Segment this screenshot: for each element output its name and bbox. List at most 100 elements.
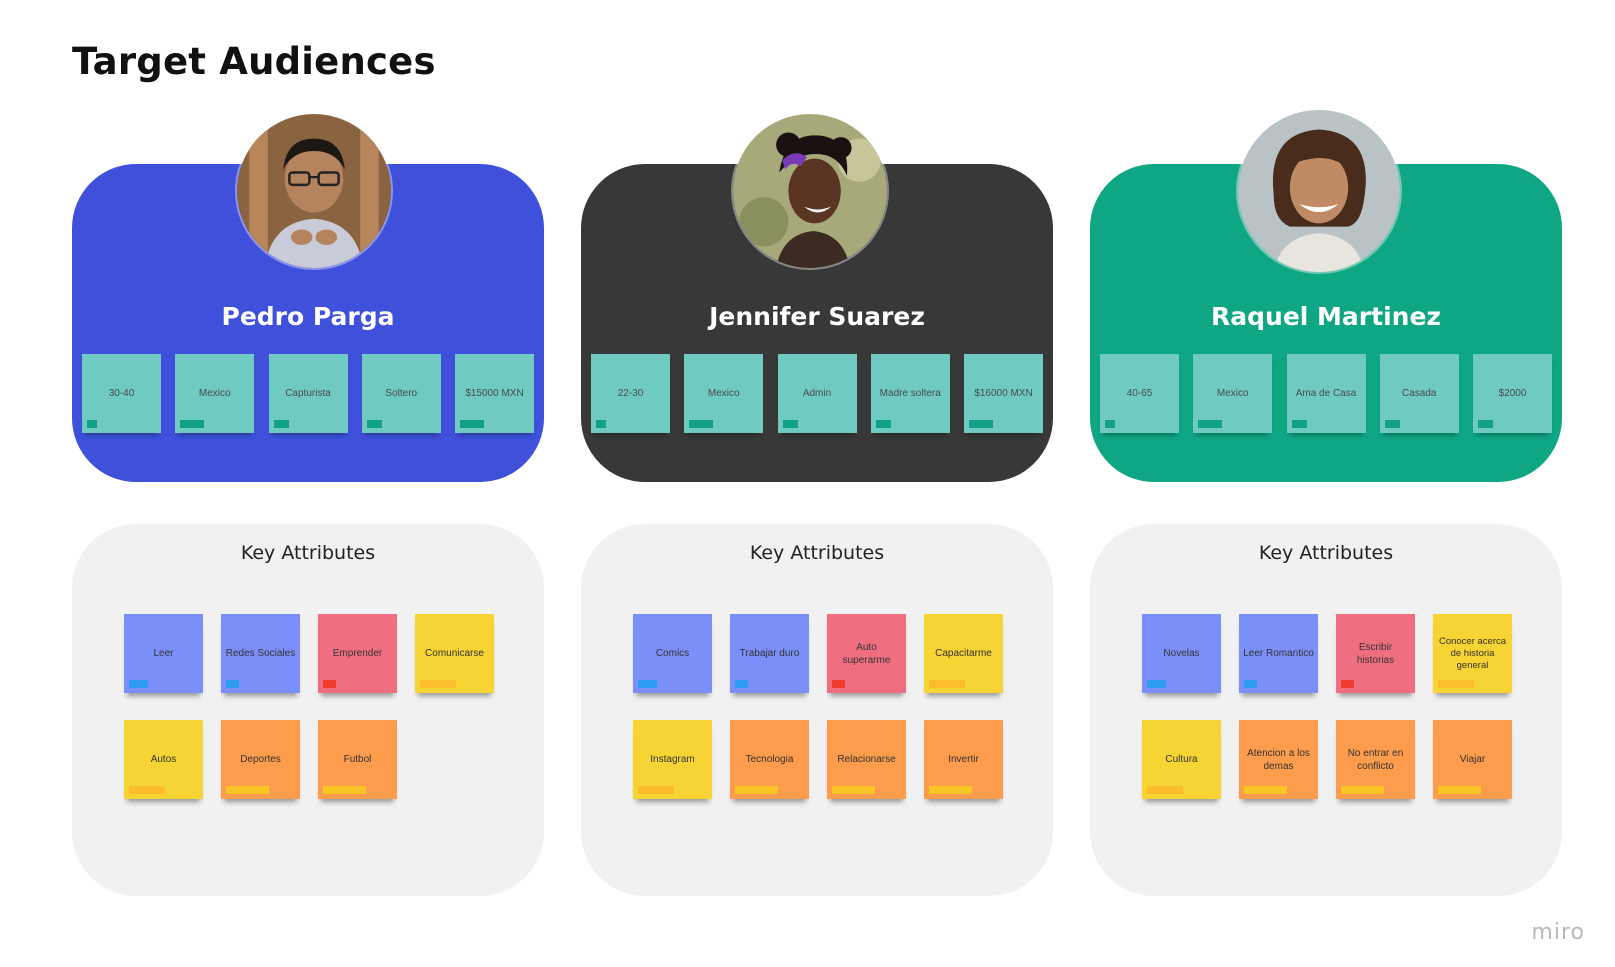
tag-note-text: Soltero bbox=[385, 388, 418, 399]
avatar-pedro[interactable] bbox=[235, 112, 393, 270]
note-tag-marker bbox=[1105, 420, 1115, 428]
note-tag-marker bbox=[1478, 420, 1493, 428]
avatar-jennifer-image bbox=[733, 114, 887, 268]
attribute-note[interactable]: Atencion a los demas bbox=[1239, 720, 1318, 799]
note-tag-marker bbox=[420, 680, 456, 688]
tag-note-income[interactable]: $16000 MXN bbox=[964, 354, 1043, 433]
attribute-note[interactable]: Relacionarse bbox=[827, 720, 906, 799]
attribute-note[interactable]: Capacitarme bbox=[924, 614, 1003, 693]
attribute-note[interactable]: No entrar en conflicto bbox=[1336, 720, 1415, 799]
note-tag-marker bbox=[782, 420, 798, 428]
key-attributes-card-raquel[interactable]: Key Attributes Novelas Leer Romantico Es… bbox=[1090, 524, 1562, 896]
attribute-note[interactable]: Invertir bbox=[924, 720, 1003, 799]
attribute-note[interactable]: Emprender bbox=[318, 614, 397, 693]
note-tag-marker bbox=[226, 786, 269, 794]
tag-note-age[interactable]: 40-65 bbox=[1100, 354, 1179, 433]
tag-note-age[interactable]: 22-30 bbox=[591, 354, 670, 433]
note-tag-marker bbox=[638, 680, 657, 688]
attribute-note[interactable]: Escribir historias bbox=[1336, 614, 1415, 693]
tag-note-income[interactable]: $15000 MXN bbox=[455, 354, 534, 433]
note-tag-marker bbox=[1438, 680, 1474, 688]
avatar-jennifer[interactable] bbox=[731, 112, 889, 270]
note-tag-marker bbox=[1341, 680, 1354, 688]
attribute-note[interactable]: Auto superarme bbox=[827, 614, 906, 693]
note-tag-marker bbox=[1341, 786, 1384, 794]
persona-card-raquel[interactable]: Raquel Martinez 40-65 Mexico Ama de Casa… bbox=[1090, 108, 1562, 482]
attribute-note[interactable]: Autos bbox=[124, 720, 203, 799]
note-tag-marker bbox=[226, 680, 239, 688]
attribute-note[interactable]: Redes Sociales bbox=[221, 614, 300, 693]
key-attributes-card-pedro[interactable]: Key Attributes Leer Redes Sociales Empre… bbox=[72, 524, 544, 896]
note-tag-marker bbox=[1291, 420, 1307, 428]
tag-note-text: Capturista bbox=[285, 388, 331, 399]
tag-note-location[interactable]: Mexico bbox=[175, 354, 255, 433]
tag-note-occupation[interactable]: Admin bbox=[777, 354, 857, 433]
key-attributes-title: Key Attributes bbox=[749, 542, 885, 564]
note-tag-marker bbox=[180, 420, 205, 428]
attribute-note[interactable]: Conocer acerca de historia general bbox=[1433, 614, 1512, 693]
tag-note-age[interactable]: 30-40 bbox=[82, 354, 161, 433]
tag-note-location[interactable]: Mexico bbox=[1193, 354, 1273, 433]
persona-name: Raquel Martinez bbox=[1211, 302, 1441, 331]
note-tag-marker bbox=[1244, 680, 1257, 688]
avatar-pedro-image bbox=[237, 114, 391, 268]
note-tag-marker bbox=[273, 420, 289, 428]
note-tag-marker bbox=[735, 680, 748, 688]
tag-note-occupation[interactable]: Ama de Casa bbox=[1286, 354, 1366, 433]
key-attributes-title: Key Attributes bbox=[1258, 542, 1394, 564]
tag-note-income[interactable]: $2000 bbox=[1473, 354, 1552, 433]
avatar-raquel[interactable] bbox=[1236, 108, 1402, 274]
note-tag-marker bbox=[366, 420, 382, 428]
tag-note-text: $16000 MXN bbox=[974, 388, 1033, 399]
attribute-note[interactable]: Viajar bbox=[1433, 720, 1512, 799]
attribute-note-text: Comunicarse bbox=[425, 648, 484, 659]
tag-note-status[interactable]: Soltero bbox=[361, 354, 441, 433]
attribute-note-text: Leer Romantico bbox=[1243, 648, 1314, 659]
attribute-note-text: Relacionarse bbox=[837, 754, 896, 765]
tag-note-text: Madre soltera bbox=[879, 388, 941, 399]
attribute-note-text: Redes Sociales bbox=[225, 648, 296, 659]
attribute-note[interactable]: Cultura bbox=[1142, 720, 1221, 799]
attribute-note[interactable]: Tecnologia bbox=[730, 720, 809, 799]
persona-card-pedro[interactable]: Pedro Parga 30-40 Mexico Capturista Solt… bbox=[72, 112, 544, 482]
tag-note-text: 30-40 bbox=[108, 388, 135, 399]
tag-note-text: $2000 bbox=[1498, 388, 1527, 399]
note-tag-marker bbox=[87, 420, 97, 428]
persona-card-jennifer[interactable]: Jennifer Suarez 22-30 Mexico Admin Madre… bbox=[581, 112, 1053, 482]
attribute-note-text: Instagram bbox=[650, 754, 695, 765]
attribute-note[interactable]: Leer bbox=[124, 614, 203, 693]
attribute-note[interactable]: Comunicarse bbox=[415, 614, 494, 693]
note-tag-marker bbox=[875, 420, 891, 428]
attribute-notes: Novelas Leer Romantico Escribir historia… bbox=[1142, 614, 1522, 799]
attribute-note[interactable]: Trabajar duro bbox=[730, 614, 809, 693]
attribute-note[interactable]: Novelas bbox=[1142, 614, 1221, 693]
attribute-notes: Leer Redes Sociales Emprender Comunicars… bbox=[124, 614, 504, 799]
attribute-note[interactable]: Futbol bbox=[318, 720, 397, 799]
tag-note-location[interactable]: Mexico bbox=[684, 354, 764, 433]
attribute-note-text: Emprender bbox=[332, 648, 383, 659]
attribute-note[interactable]: Deportes bbox=[221, 720, 300, 799]
key-attributes-title: Key Attributes bbox=[240, 542, 376, 564]
tag-note-text: 22-30 bbox=[617, 388, 644, 399]
tag-note-text: $15000 MXN bbox=[465, 388, 524, 399]
attribute-note-text: Deportes bbox=[240, 754, 281, 765]
key-attributes-card-jennifer[interactable]: Key Attributes Comics Trabajar duro Auto… bbox=[581, 524, 1053, 896]
note-tag-marker bbox=[323, 786, 366, 794]
attribute-note[interactable]: Instagram bbox=[633, 720, 712, 799]
tag-note-occupation[interactable]: Capturista bbox=[268, 354, 348, 433]
tag-note-status[interactable]: Madre soltera bbox=[870, 354, 950, 433]
attribute-note-text: Comics bbox=[655, 648, 690, 659]
attribute-note-text: Atencion a los demas bbox=[1247, 747, 1310, 772]
tag-note-text: Casada bbox=[1402, 388, 1437, 399]
tag-note-text: Admin bbox=[802, 388, 832, 399]
attribute-note-text: Futbol bbox=[343, 754, 372, 765]
attribute-note[interactable]: Comics bbox=[633, 614, 712, 693]
attribute-note-text: Invertir bbox=[948, 754, 979, 765]
attribute-note-text: Auto superarme bbox=[842, 641, 891, 666]
tag-note-text: Mexico bbox=[707, 388, 740, 399]
attribute-note[interactable]: Leer Romantico bbox=[1239, 614, 1318, 693]
note-tag-marker bbox=[129, 786, 165, 794]
tag-note-status[interactable]: Casada bbox=[1379, 354, 1459, 433]
attribute-note-text: Tecnologia bbox=[745, 754, 794, 765]
note-tag-marker bbox=[323, 680, 336, 688]
